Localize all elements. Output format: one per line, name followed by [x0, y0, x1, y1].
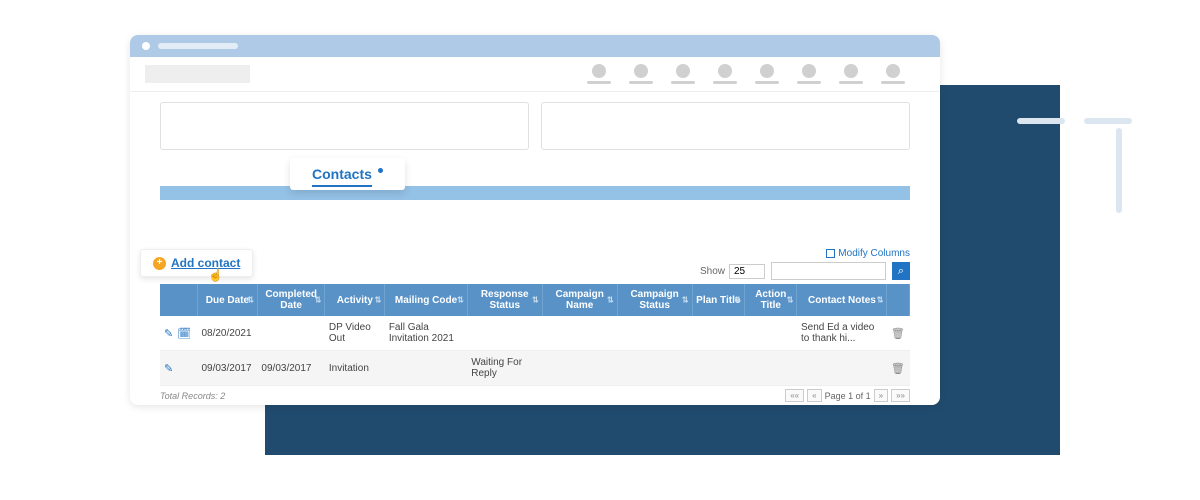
column-header[interactable]: Contact Notes⇅: [797, 284, 887, 316]
cell-due-date: 09/03/2017: [197, 351, 257, 386]
tab-underline-bar: [160, 186, 910, 200]
sort-icon: ⇅: [247, 296, 254, 305]
cell-action-title: [745, 316, 797, 351]
show-label: Show: [700, 266, 725, 277]
cell-due-date: 08/20/2021: [197, 316, 257, 351]
cell-campaign-name: [542, 351, 617, 386]
nav-item[interactable]: [587, 64, 611, 84]
cell-action-title: [745, 351, 797, 386]
cursor-icon: ☝: [208, 268, 223, 282]
delete-icon[interactable]: 🗑: [891, 328, 905, 340]
modify-columns-link[interactable]: Modify Columns: [826, 248, 910, 259]
add-contact-link[interactable]: Add contact: [171, 256, 240, 270]
cell-plan-title: [692, 316, 744, 351]
column-header[interactable]: Due Date⇅: [197, 284, 257, 316]
nav-item[interactable]: [629, 64, 653, 84]
nav-item[interactable]: [797, 64, 821, 84]
info-card: [541, 102, 910, 150]
column-header[interactable]: Activity⇅: [325, 284, 385, 316]
tab-label: Contacts: [312, 166, 372, 187]
sort-icon: ⇅: [877, 296, 884, 305]
decorative-handle: [1017, 118, 1065, 124]
modify-columns-label: Modify Columns: [838, 248, 910, 259]
cell-plan-title: [692, 351, 744, 386]
page-first-button[interactable]: ««: [785, 389, 804, 402]
nav-item[interactable]: [839, 64, 863, 84]
search-icon: ⌕: [898, 265, 904, 278]
nav-item[interactable]: [881, 64, 905, 84]
table-search-input[interactable]: [771, 262, 886, 280]
nav-item[interactable]: [671, 64, 695, 84]
column-header[interactable]: Response Status⇅: [467, 284, 542, 316]
sort-icon: ⇅: [532, 296, 539, 305]
sort-icon: ⇅: [787, 296, 794, 305]
edit-icon[interactable]: ✎: [164, 328, 173, 340]
info-cards-row: [160, 102, 910, 150]
cell-contact-notes: [797, 351, 887, 386]
columns-icon: [826, 249, 835, 258]
sort-icon: ⇅: [682, 296, 689, 305]
sort-icon: ⇅: [457, 296, 464, 305]
calendar-icon[interactable]: 🗓: [177, 328, 191, 340]
page-last-button[interactable]: »»: [891, 389, 910, 402]
cell-campaign-status: [617, 316, 692, 351]
browser-window: Contacts Modify Columns Show ⌕ Due Date: [130, 35, 940, 405]
sort-icon: ⇅: [315, 296, 322, 305]
column-header[interactable]: [160, 284, 197, 316]
column-header[interactable]: Campaign Name⇅: [542, 284, 617, 316]
decorative-handle: [1084, 118, 1132, 124]
decorative-handle: [1116, 128, 1122, 213]
sort-icon: ⇅: [375, 296, 382, 305]
nav-item[interactable]: [713, 64, 737, 84]
table-top-controls: Modify Columns: [160, 248, 910, 259]
table-footer: Total Records: 2 «« « Page 1 of 1 » »»: [160, 389, 910, 402]
page-prev-button[interactable]: «: [807, 389, 821, 402]
table-controls-row-2: Show ⌕: [160, 262, 910, 280]
column-header[interactable]: Campaign Status⇅: [617, 284, 692, 316]
tab-contacts[interactable]: Contacts: [290, 158, 405, 190]
pagination: «« « Page 1 of 1 » »»: [785, 389, 910, 402]
total-records: Total Records: 2: [160, 391, 225, 401]
cell-contact-notes: Send Ed a video to thank hi...: [797, 316, 887, 351]
show-page-size: Show: [700, 264, 765, 279]
sort-icon: ⇅: [734, 296, 741, 305]
cell-completed-date: 09/03/2017: [257, 351, 324, 386]
column-header[interactable]: Action Title⇅: [745, 284, 797, 316]
page-next-button[interactable]: »: [874, 389, 888, 402]
column-header[interactable]: Completed Date⇅: [257, 284, 324, 316]
cell-response-status: Waiting For Reply: [467, 351, 542, 386]
tab-strip: Contacts: [160, 164, 910, 200]
delete-icon[interactable]: 🗑: [891, 363, 905, 375]
cell-activity: DP Video Out: [325, 316, 385, 351]
cell-campaign-name: [542, 316, 617, 351]
app-toolbar: [130, 57, 940, 92]
page-label: Page 1 of 1: [825, 391, 871, 401]
edit-icon[interactable]: ✎: [164, 363, 173, 375]
cell-completed-date: [257, 316, 324, 351]
contacts-table: Due Date⇅Completed Date⇅Activity⇅Mailing…: [160, 284, 910, 386]
browser-chrome-bar: [130, 35, 940, 57]
nav-items: [587, 64, 925, 84]
sort-icon: ⇅: [607, 296, 614, 305]
cell-campaign-status: [617, 351, 692, 386]
info-card: [160, 102, 529, 150]
page-size-select[interactable]: [729, 264, 765, 279]
address-bar-placeholder: [158, 43, 238, 49]
nav-item[interactable]: [755, 64, 779, 84]
cell-mailing-code: [385, 351, 467, 386]
add-contact-popover[interactable]: + Add contact ☝: [140, 249, 253, 277]
table-row: ✎09/03/201709/03/2017InvitationWaiting F…: [160, 351, 910, 386]
search-button[interactable]: ⌕: [892, 262, 910, 280]
cell-mailing-code: Fall Gala Invitation 2021: [385, 316, 467, 351]
table-row: ✎ 🗓 08/20/2021 DP Video OutFall Gala Invita…: [160, 316, 910, 351]
column-header[interactable]: [887, 284, 910, 316]
cell-response-status: [467, 316, 542, 351]
search-placeholder: [145, 65, 250, 83]
column-header[interactable]: Mailing Code⇅: [385, 284, 467, 316]
cell-activity: Invitation: [325, 351, 385, 386]
browser-dot: [142, 42, 150, 50]
column-header[interactable]: Plan Title⇅: [692, 284, 744, 316]
tab-indicator-dot: [378, 168, 383, 173]
plus-icon: +: [153, 257, 166, 270]
